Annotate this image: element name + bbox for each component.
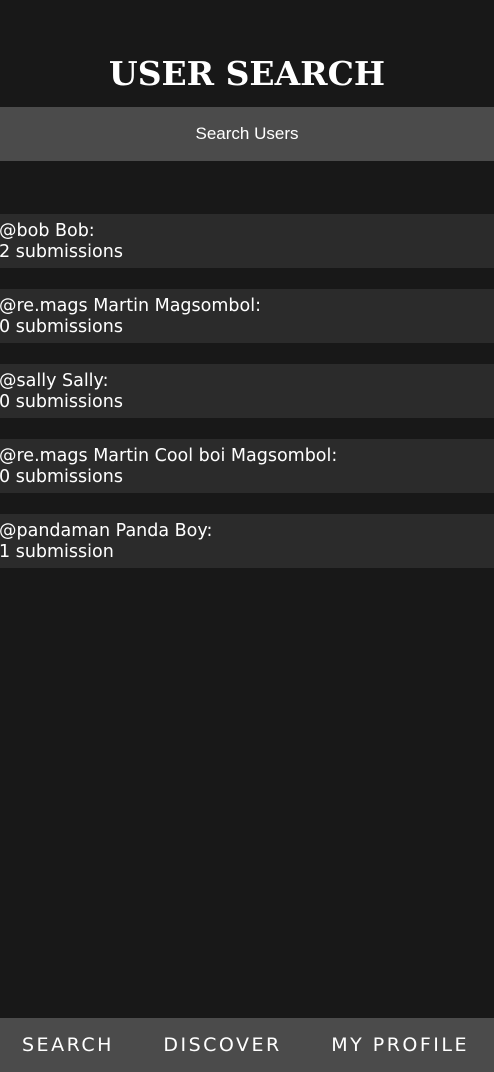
user-result-item[interactable]: @sally Sally: 0 submissions [0, 364, 494, 418]
user-name-line: @bob Bob: [0, 221, 95, 241]
nav-my-profile[interactable]: MY PROFILE [331, 1034, 469, 1056]
user-submission-count: 2 submissions [0, 242, 123, 262]
user-name-line: @re.mags Martin Magsombol: [0, 296, 261, 316]
user-name-line: @sally Sally: [0, 371, 109, 391]
user-result-item[interactable]: @re.mags Martin Cool boi Magsombol: 0 su… [0, 439, 494, 493]
user-submission-count: 0 submissions [0, 392, 123, 412]
user-results-list: @bob Bob: 2 submissions @re.mags Martin … [0, 214, 494, 589]
search-users-button[interactable]: Search Users [0, 107, 494, 161]
user-result-item[interactable]: @bob Bob: 2 submissions [0, 214, 494, 268]
user-submission-count: 0 submissions [0, 317, 123, 337]
user-submission-count: 1 submission [0, 542, 114, 562]
user-result-item[interactable]: @re.mags Martin Magsombol: 0 submissions [0, 289, 494, 343]
bottom-nav: SEARCH DISCOVER MY PROFILE [0, 1018, 494, 1072]
user-submission-count: 0 submissions [0, 467, 123, 487]
nav-search[interactable]: SEARCH [22, 1034, 114, 1056]
user-result-item[interactable]: @pandaman Panda Boy: 1 submission [0, 514, 494, 568]
user-name-line: @re.mags Martin Cool boi Magsombol: [0, 446, 338, 466]
nav-discover[interactable]: DISCOVER [163, 1034, 281, 1056]
user-name-line: @pandaman Panda Boy: [0, 521, 213, 541]
page-title: USER SEARCH [108, 54, 386, 94]
